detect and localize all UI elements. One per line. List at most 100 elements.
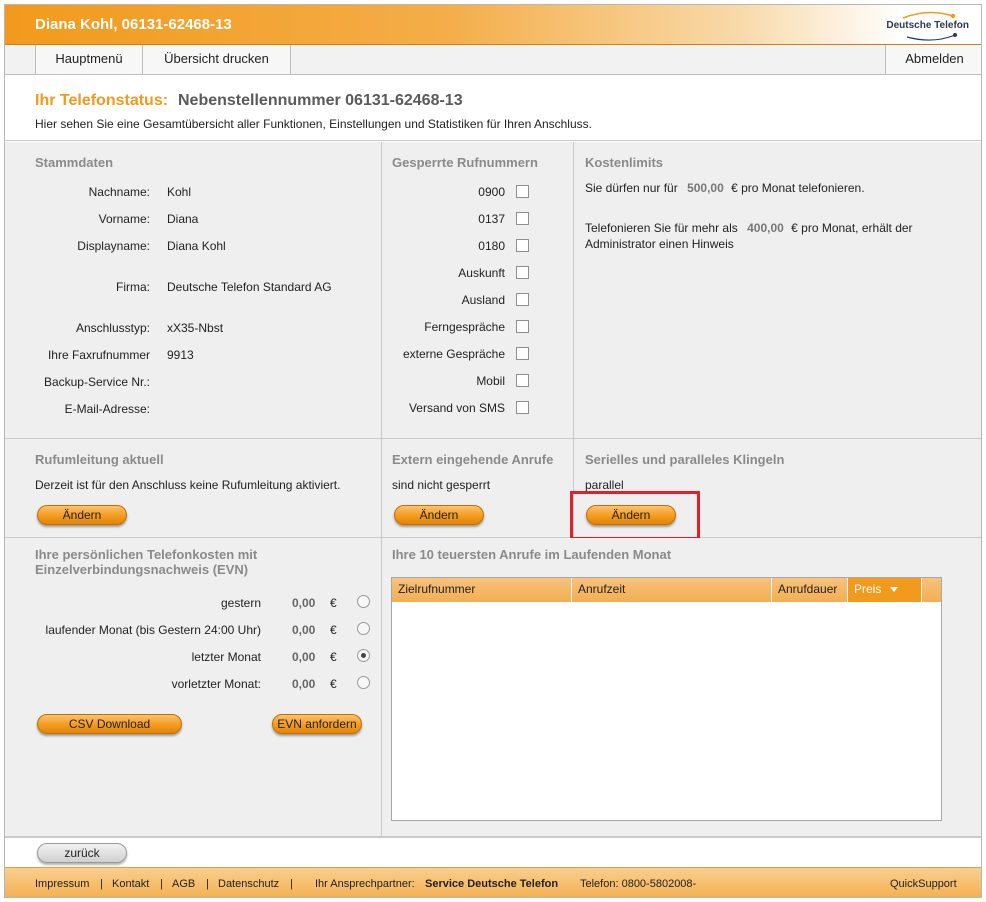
blocked-ferngespraeche-label: Ferngespräche [424,320,505,334]
displayname-value: Diana Kohl [167,239,226,253]
highlight-box [570,491,700,540]
evn-row-yesterday-amount: 0,00 [292,596,316,610]
col-header-zielrufnummer[interactable]: Zielrufnummer [392,578,572,602]
lastname-value: Kohl [167,185,192,199]
evn-row-previous-month-currency: € [330,677,337,691]
evn-row-last-month-currency: € [330,650,337,664]
app-window: Diana Kohl, 06131-62468-13 Deutsche Tele… [4,4,982,898]
cost-warning-line: Telefonieren Sie für mehr als 400,00 € p… [585,221,913,235]
footer-link-datenschutz[interactable]: Datenschutz [218,878,279,890]
ringing-status: parallel [585,478,624,492]
blocked-mobil-checkbox[interactable] [516,374,529,387]
footer-separator: | [160,878,163,890]
call-forwarding-panel: Rufumleitung aktuell Derzeit ist für den… [5,439,382,538]
evn-row-current-month-label: laufender Monat (bis Gestern 24:00 Uhr) [45,623,261,637]
menu-main-menu[interactable]: Hauptmenü [35,45,143,74]
blocked-0900-label: 0900 [478,185,505,199]
footer-contact-name: Service Deutsche Telefon [425,878,559,890]
evn-row-current-month-currency: € [330,623,337,637]
menu-print-overview[interactable]: Übersicht drucken [142,45,291,74]
evn-title-line1: Ihre persönlichen Telefonkosten mit [35,547,258,562]
logo: Deutsche Telefon [883,10,969,42]
footer-separator: | [206,878,209,890]
page-description: Hier sehen Sie eine Gesamtübersicht alle… [35,117,592,131]
blocked-extern-checkbox[interactable] [516,347,529,360]
footer-link-agb[interactable]: AGB [172,878,195,890]
blocked-extern-label: externe Gespräche [402,347,505,361]
external-calls-title: Extern eingehende Anrufe [392,452,554,467]
cost-limit-line1-post: € pro Monat telefonieren. [731,181,865,195]
connection-type-label: Anschlusstyp: [75,321,150,335]
cost-limit-line1-pre: Sie dürfen nur für [585,181,678,195]
evn-row-yesterday-radio[interactable] [357,595,370,608]
footer-link-kontakt[interactable]: Kontakt [112,878,149,890]
blocked-mobil-label: Mobil [476,374,505,388]
blocked-sms-label: Versand von SMS [408,401,505,415]
sort-descending-icon [889,587,898,593]
evn-request-button[interactable]: EVN anfordern [272,714,362,734]
footer-separator: | [100,878,103,890]
blocked-numbers-title: Gesperrte Rufnummern [392,155,538,170]
evn-panel: Ihre persönlichen Telefonkosten mit Einz… [5,538,382,837]
connection-type-value: xX35-Nbst [167,321,224,335]
call-forwarding-change-button[interactable]: Ändern [37,505,127,525]
menu-logout[interactable]: Abmelden [885,45,981,74]
cost-warning-cont: Administrator einen Hinweis [585,237,734,251]
call-forwarding-status: Derzeit ist für den Anschluss keine Rufu… [35,478,341,492]
evn-row-previous-month-radio[interactable] [357,676,370,689]
cost-limits-panel: Kostenlimits Sie dürfen nur für 500,00 €… [574,142,981,439]
evn-row-yesterday-label: gestern [220,596,261,610]
cost-limit-amount: 500,00 [687,181,724,195]
cost-warning-amount: 400,00 [747,221,784,235]
menu-bar: Hauptmenü Übersicht drucken Abmelden [5,45,981,75]
displayname-label: Displayname: [77,239,150,253]
blocked-ferngespraeche-checkbox[interactable] [516,320,529,333]
external-calls-change-button[interactable]: Ändern [394,505,484,525]
stammdaten-panel: Stammdaten Nachname: Kohl Vorname: Diana… [5,142,382,439]
call-forwarding-title: Rufumleitung aktuell [35,452,164,467]
blocked-0900-checkbox[interactable] [516,185,529,198]
blocked-sms-checkbox[interactable] [516,401,529,414]
blocked-0180-checkbox[interactable] [516,239,529,252]
fax-value: 9913 [167,348,194,362]
footer-quicksupport-link[interactable]: QuickSupport [890,878,957,890]
ringing-title: Serielles und paralleles Klingeln [585,452,785,467]
stammdaten-title: Stammdaten [35,155,114,170]
evn-row-previous-month-amount: 0,00 [292,677,316,691]
fax-label: Ihre Faxrufnummer [47,348,150,362]
logo-text: Deutsche Telefon [886,20,969,31]
top-calls-title: Ihre 10 teuersten Anrufe im Laufenden Mo… [392,547,672,562]
top-calls-table-header: Zielrufnummer Anrufzeit Anrufdauer Preis [392,578,941,602]
col-header-preis[interactable]: Preis [848,578,922,602]
user-title: Diana Kohl, 06131-62468-13 [35,16,232,33]
external-calls-status: sind nicht gesperrt [392,478,491,492]
cost-warning-pre: Telefonieren Sie für mehr als [585,221,738,235]
evn-row-yesterday-currency: € [330,596,337,610]
back-button[interactable]: zurück [37,843,127,863]
evn-row-current-month-radio[interactable] [357,622,370,635]
col-header-anrufzeit[interactable]: Anrufzeit [572,578,772,602]
cost-warning-post: € pro Monat, erhält der [791,221,913,235]
blocked-ausland-checkbox[interactable] [516,293,529,306]
page-title-extension: Nebenstellennummer 06131-62468-13 [178,92,463,109]
company-label: Firma: [116,280,150,294]
footer: Impressum | Kontakt | AGB | Datenschutz … [5,867,981,897]
top-calls-table: Zielrufnummer Anrufzeit Anrufdauer Preis [391,577,942,821]
firstname-label: Vorname: [98,212,150,226]
cost-limits-title: Kostenlimits [585,155,664,170]
top-calls-panel: Ihre 10 teuersten Anrufe im Laufenden Mo… [382,538,981,837]
page-header: Ihr Telefonstatus: Nebenstellennummer 06… [5,76,981,141]
email-label: E-Mail-Adresse: [64,402,150,416]
external-calls-panel: Extern eingehende Anrufe sind nicht gesp… [382,439,574,538]
csv-download-button[interactable]: CSV Download [37,714,182,734]
lastname-label: Nachname: [88,185,150,199]
evn-row-previous-month-label: vorletzter Monat: [171,677,261,691]
footer-separator: | [290,878,293,890]
evn-row-last-month-amount: 0,00 [292,650,316,664]
col-header-anrufdauer[interactable]: Anrufdauer [772,578,848,602]
blocked-0137-checkbox[interactable] [516,212,529,225]
evn-row-last-month-radio[interactable] [357,649,370,662]
footer-link-impressum[interactable]: Impressum [35,878,89,890]
blocked-numbers-panel: Gesperrte Rufnummern 0900 0137 0180 Ausk… [382,142,574,439]
blocked-auskunft-checkbox[interactable] [516,266,529,279]
